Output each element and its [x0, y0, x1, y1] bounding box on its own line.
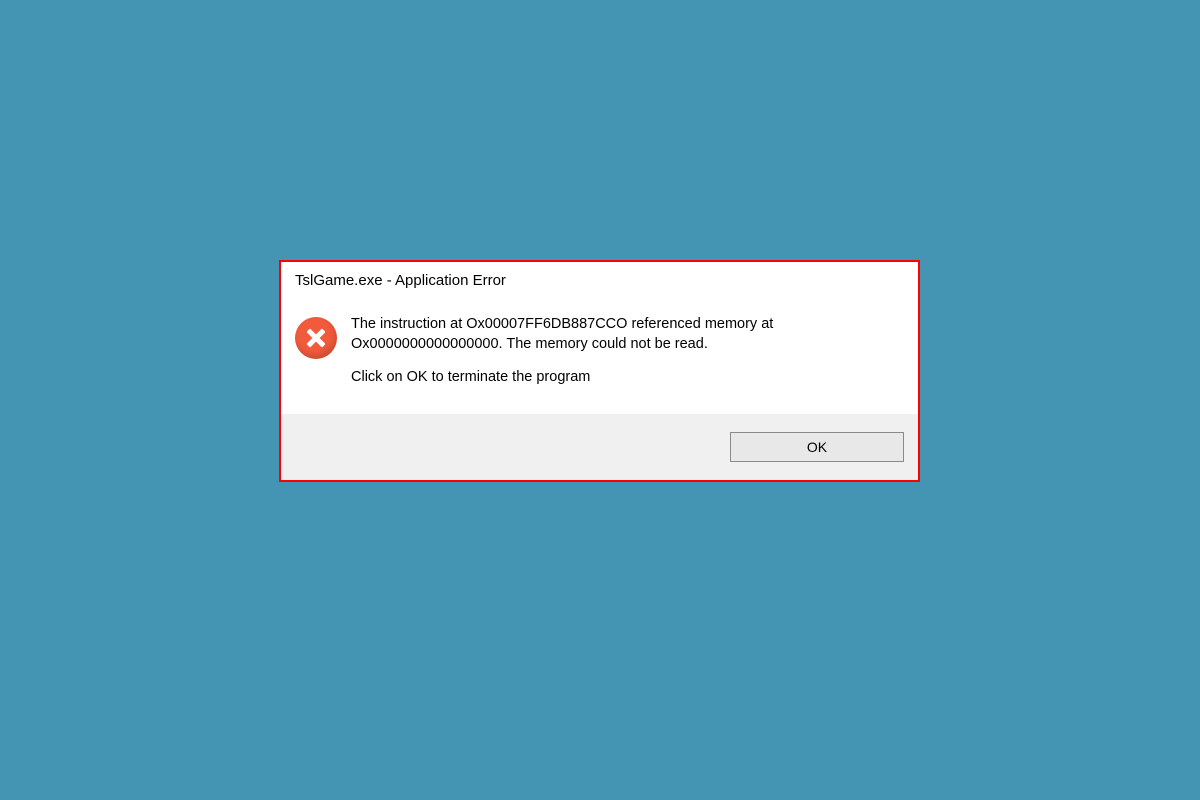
dialog-title: TslGame.exe - Application Error [281, 262, 918, 297]
error-message-instruction: Click on OK to terminate the program [351, 368, 904, 388]
ok-button[interactable]: OK [730, 432, 904, 462]
dialog-content: The instruction at Ox00007FF6DB887CCO re… [281, 297, 918, 414]
error-icon-container [295, 317, 337, 359]
error-dialog: TslGame.exe - Application Error The inst… [279, 260, 920, 482]
dialog-message: The instruction at Ox00007FF6DB887CCO re… [351, 315, 904, 388]
error-icon [295, 317, 337, 359]
error-message-main: The instruction at Ox00007FF6DB887CCO re… [351, 315, 904, 354]
dialog-button-bar: OK [281, 414, 918, 480]
